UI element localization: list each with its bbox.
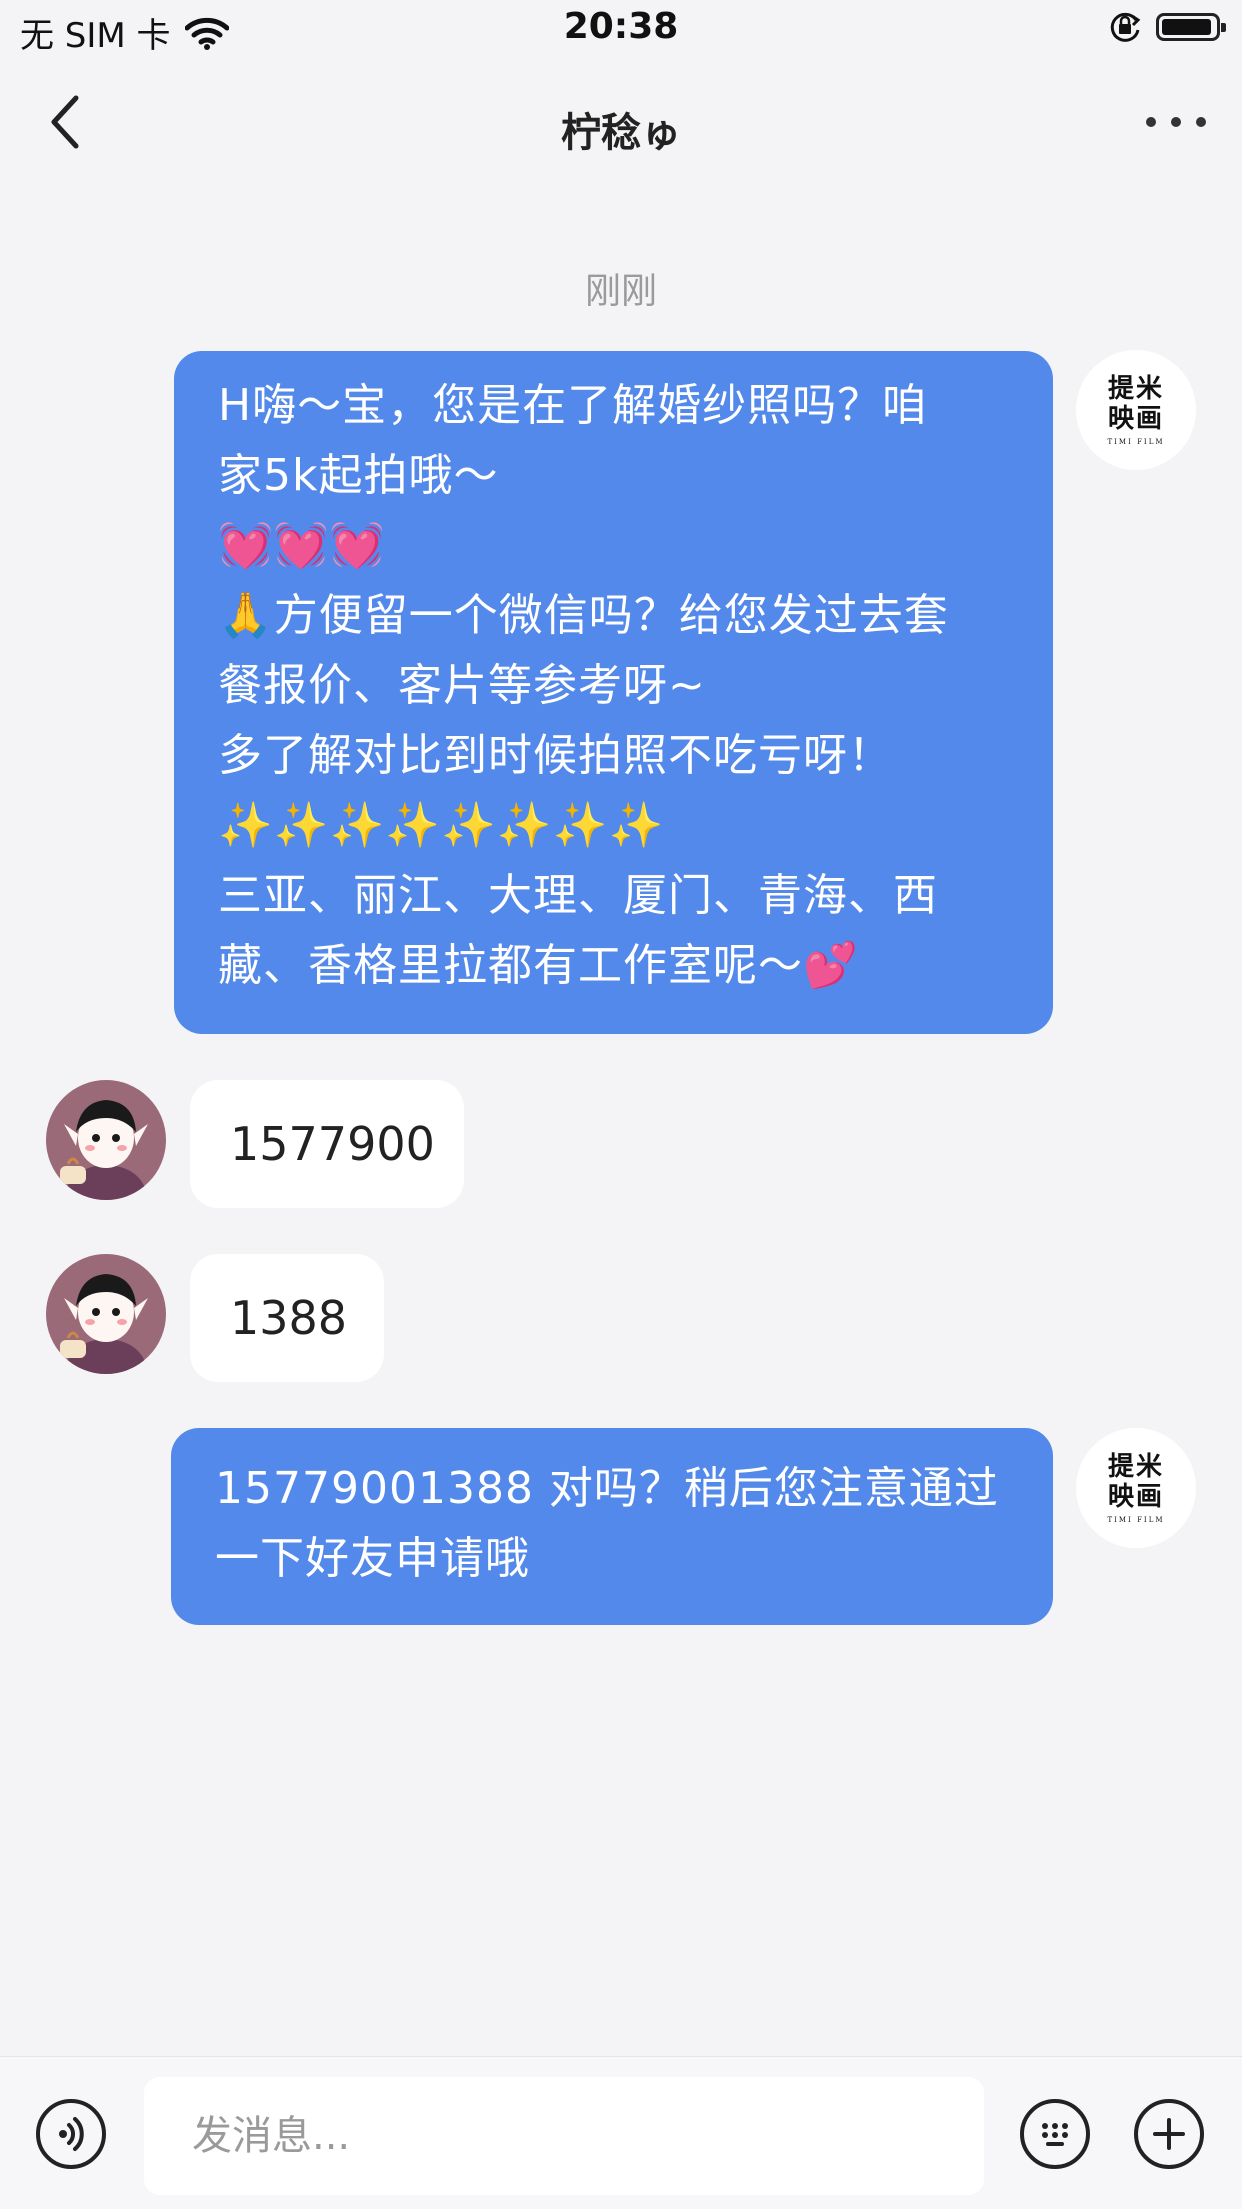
emoji-keyboard-icon: [1042, 2123, 1068, 2146]
logo-text: 映画: [1107, 1482, 1164, 1512]
more-button[interactable]: [1146, 102, 1206, 142]
message-text: 1388: [230, 1291, 348, 1345]
message-line: 一下好友申请哦: [215, 1533, 530, 1584]
battery-icon: [1156, 13, 1226, 41]
more-icon: [1146, 117, 1156, 127]
logo-subtext: TIMI FILM: [1107, 438, 1165, 446]
message-text: 1577900: [230, 1117, 435, 1171]
voice-icon: [59, 2117, 84, 2151]
logo-text: 提米: [1107, 374, 1164, 404]
shop-avatar[interactable]: 提米 映画 TIMI FILM: [1076, 1428, 1196, 1548]
avatar-illustration: [46, 1254, 166, 1374]
message-line: 🙏方便留一个微信吗？给您发过去套: [218, 590, 949, 641]
message-line: ✨✨✨✨✨✨✨✨: [218, 800, 665, 851]
plus-icon: [1153, 2118, 1185, 2150]
status-bar: 无 SIM 卡 20:38: [0, 0, 1242, 62]
message-input[interactable]: [144, 2077, 984, 2195]
logo-text: 提米: [1107, 1452, 1164, 1482]
status-right: [1108, 10, 1226, 44]
logo-text: 映画: [1107, 404, 1164, 434]
status-time: 20:38: [563, 6, 679, 47]
message-line: 15779001388 对吗？稍后您注意通过: [215, 1463, 999, 1514]
orientation-lock-icon: [1110, 12, 1141, 42]
add-button[interactable]: [1134, 2099, 1204, 2169]
message-line: 餐报价、客片等参考呀~: [218, 660, 706, 711]
chat-title: 柠稔ゅ: [561, 110, 681, 156]
outgoing-message-bubble[interactable]: 15779001388 对吗？稍后您注意通过 一下好友申请哦: [171, 1428, 1053, 1625]
message-line: 家5k起拍哦～: [218, 450, 499, 501]
nav-bar: 柠稔ゅ: [0, 62, 1242, 190]
user-avatar[interactable]: [46, 1080, 166, 1200]
message-line: H嗨～宝，您是在了解婚纱照吗？咱: [218, 380, 928, 431]
message-timestamp: 刚刚: [584, 271, 657, 312]
message-line: 藏、香格里拉都有工作室呢～💕: [218, 940, 859, 991]
emoji-button[interactable]: [1020, 2099, 1090, 2169]
shop-avatar[interactable]: 提米 映画 TIMI FILM: [1076, 350, 1196, 470]
incoming-message-bubble[interactable]: 1388: [190, 1254, 384, 1382]
outgoing-message-bubble[interactable]: H嗨～宝，您是在了解婚纱照吗？咱 家5k起拍哦～ 💓💓💓 🙏方便留一个微信吗？给…: [174, 351, 1053, 1034]
message-line: 三亚、丽江、大理、厦门、青海、西: [218, 870, 938, 921]
user-avatar[interactable]: [46, 1254, 166, 1374]
voice-button[interactable]: [36, 2099, 106, 2169]
logo-subtext: TIMI FILM: [1107, 1516, 1165, 1524]
message-line: 💓💓💓: [218, 520, 386, 571]
message-line: 多了解对比到时候拍照不吃亏呀！: [218, 730, 893, 781]
incoming-message-bubble[interactable]: 1577900: [190, 1080, 464, 1208]
input-bar: [0, 2056, 1242, 2209]
avatar-illustration: [46, 1080, 166, 1200]
